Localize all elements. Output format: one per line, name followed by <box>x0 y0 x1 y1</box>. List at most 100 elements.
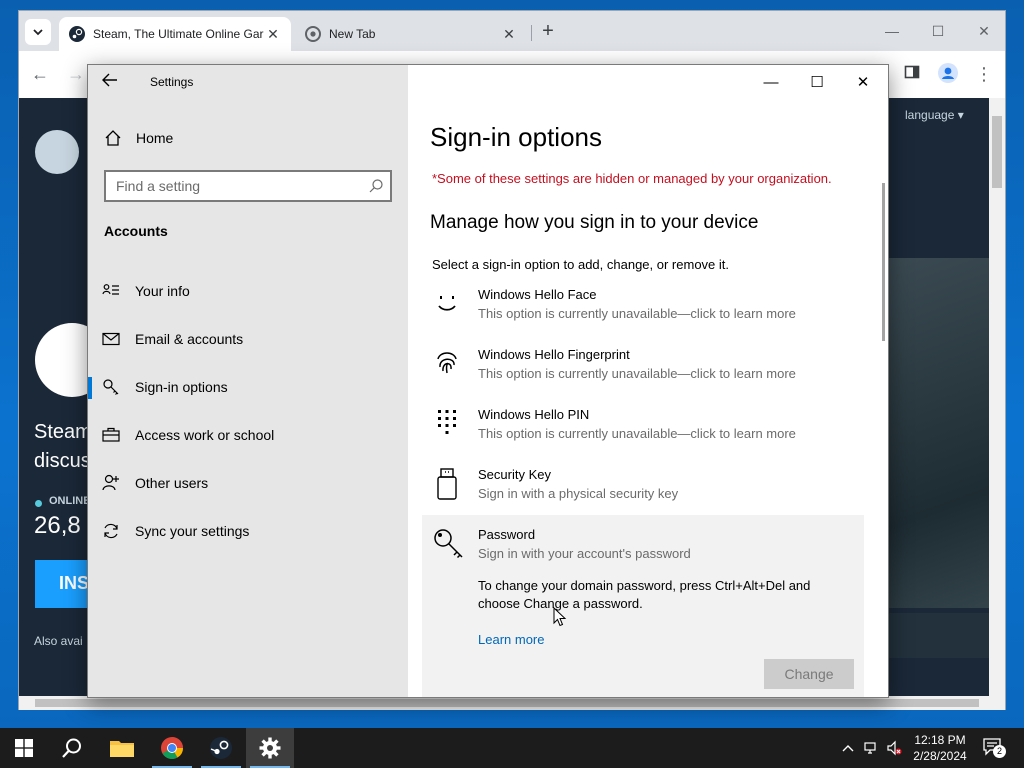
home-nav-item[interactable]: Home <box>104 129 173 147</box>
option-password-expanded[interactable]: Password Sign in with your account's pas… <box>422 515 864 697</box>
steam-headline-2: discus <box>34 450 91 472</box>
windows-logo-icon <box>15 739 33 757</box>
page-horizontal-scrollbar[interactable] <box>19 696 1005 710</box>
change-password-button[interactable]: Change <box>764 659 854 689</box>
fingerprint-icon <box>437 352 457 374</box>
chevron-up-icon[interactable] <box>840 740 856 756</box>
online-count: 26,8 <box>34 512 81 539</box>
sidebar-item-label: Sign-in options <box>135 379 228 395</box>
option-subtitle: Sign in with your account's password <box>478 546 691 561</box>
scroll-thumb[interactable] <box>35 699 979 707</box>
maximize-icon[interactable]: ☐ <box>794 71 840 95</box>
maximize-icon[interactable]: ☐ <box>923 19 953 43</box>
steam-taskbar-button[interactable] <box>197 728 245 768</box>
tab-steam[interactable]: Steam, The Ultimate Online Gar ✕ <box>59 17 291 51</box>
close-icon[interactable]: ✕ <box>501 26 517 43</box>
tab-title: Steam, The Ultimate Online Gar <box>93 27 264 41</box>
sidebar-item-other-users[interactable]: Other users <box>88 463 408 503</box>
home-label: Home <box>136 130 174 146</box>
back-arrow-icon[interactable] <box>102 73 124 93</box>
start-button[interactable] <box>0 728 48 768</box>
back-arrow-icon[interactable]: ← <box>29 63 51 85</box>
face-icon <box>438 296 456 311</box>
close-window-icon[interactable]: ✕ <box>969 19 999 43</box>
settings-taskbar-button[interactable] <box>246 728 294 768</box>
close-icon[interactable]: ✕ <box>265 26 281 43</box>
tab-title: New Tab <box>329 27 376 41</box>
sidebar-item-label: Access work or school <box>135 427 275 443</box>
sidebar-item-your-info[interactable]: Your info <box>88 271 408 311</box>
your-info-icon <box>102 284 119 295</box>
new-tab-button[interactable]: + <box>537 21 559 43</box>
kebab-menu-icon[interactable]: ⋮ <box>973 63 995 85</box>
search-icon <box>62 738 81 758</box>
search-icon <box>369 179 383 193</box>
email-icon <box>102 332 120 346</box>
sidebar-item-email-accounts[interactable]: Email & accounts <box>88 319 408 359</box>
action-center-button[interactable]: 2 <box>982 736 1006 760</box>
chrome-logo-icon <box>161 737 183 759</box>
close-window-icon[interactable]: ✕ <box>840 71 886 95</box>
section-description: Select a sign-in option to add, change, … <box>432 257 730 272</box>
language-dropdown[interactable]: language ▾ <box>905 108 964 122</box>
scroll-thumb[interactable] <box>992 116 1002 188</box>
person-icon <box>102 474 119 491</box>
mouse-cursor-icon <box>553 607 567 627</box>
steam-favicon-icon <box>69 26 85 42</box>
option-name: Windows Hello Face <box>478 287 597 302</box>
find-setting-input[interactable]: Find a setting <box>104 170 392 202</box>
network-icon[interactable] <box>864 740 880 756</box>
option-name: Windows Hello PIN <box>478 407 590 422</box>
sidebar-item-sync-settings[interactable]: Sync your settings <box>88 511 408 551</box>
option-name: Windows Hello Fingerprint <box>478 347 630 362</box>
online-dot-icon <box>35 500 42 507</box>
org-managed-notice: *Some of these settings are hidden or ma… <box>432 171 832 186</box>
chrome-taskbar-button[interactable] <box>148 728 196 768</box>
sidebar-item-label: Other users <box>135 475 209 491</box>
tab-new-tab[interactable]: New Tab ✕ <box>295 17 527 51</box>
clock-date: 2/28/2024 <box>913 749 967 763</box>
steam-headline: Steam <box>34 421 92 443</box>
tab-separator <box>531 25 532 41</box>
sidebar-item-label: Your info <box>135 283 190 299</box>
option-name: Security Key <box>478 467 551 482</box>
side-panel-icon[interactable] <box>901 63 923 85</box>
page-vertical-scrollbar[interactable] <box>989 98 1005 696</box>
steam-logo-icon[interactable] <box>35 130 79 174</box>
option-windows-hello-pin[interactable]: Windows Hello PIN This option is current… <box>422 401 864 459</box>
also-available-text: Also avai <box>34 634 83 648</box>
sidebar-item-sign-in-options[interactable]: Sign-in options <box>88 367 408 407</box>
sidebar-item-label: Sync your settings <box>135 523 250 539</box>
option-security-key[interactable]: Security Key Sign in with a physical sec… <box>422 461 864 519</box>
gear-icon <box>259 737 281 759</box>
forward-arrow-icon[interactable]: → <box>65 63 87 85</box>
key-icon <box>103 379 119 395</box>
settings-window: Settings Home Find a setting Accounts Yo… <box>87 64 889 698</box>
sync-icon <box>104 523 118 539</box>
content-scrollbar[interactable] <box>882 183 885 341</box>
profile-avatar-icon[interactable] <box>937 63 959 85</box>
option-subtitle: Sign in with a physical security key <box>478 486 679 501</box>
sidebar-item-access-work-school[interactable]: Access work or school <box>88 415 408 455</box>
search-placeholder: Find a setting <box>116 178 201 194</box>
game-thumbnail <box>887 613 989 658</box>
volume-muted-icon[interactable] <box>886 740 902 756</box>
settings-sidebar: Settings Home Find a setting Accounts Yo… <box>88 65 408 697</box>
option-windows-hello-face[interactable]: Windows Hello Face This option is curren… <box>422 281 864 339</box>
tab-search-button[interactable] <box>25 19 51 45</box>
password-key-icon <box>434 529 463 559</box>
minimize-icon[interactable]: — <box>748 71 794 95</box>
option-name: Password <box>478 527 536 542</box>
page-title: Sign-in options <box>430 122 602 152</box>
system-clock[interactable]: 12:18 PM 2/28/2024 <box>906 732 974 764</box>
option-subtitle: This option is currently unavailable—cli… <box>478 366 796 381</box>
tab-strip: Steam, The Ultimate Online Gar ✕ New Tab… <box>19 11 1005 51</box>
taskbar-search-button[interactable] <box>48 728 96 768</box>
taskbar: 12:18 PM 2/28/2024 2 <box>0 728 1024 768</box>
learn-more-link[interactable]: Learn more <box>478 632 544 647</box>
notification-count-badge: 2 <box>993 745 1006 758</box>
file-explorer-button[interactable] <box>98 728 146 768</box>
section-title: Manage how you sign in to your device <box>430 212 759 233</box>
option-windows-hello-fingerprint[interactable]: Windows Hello Fingerprint This option is… <box>422 341 864 399</box>
minimize-icon[interactable]: — <box>877 19 907 43</box>
